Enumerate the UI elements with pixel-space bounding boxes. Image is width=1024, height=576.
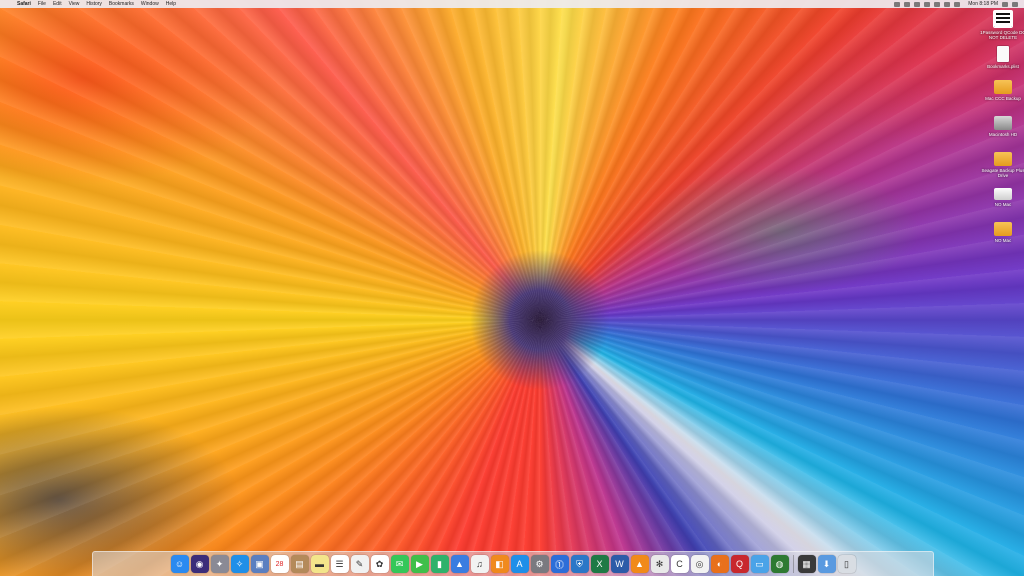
vlc-icon[interactable]: ▲ [630,555,649,573]
keynote-icon[interactable]: ▲ [450,555,469,573]
desktop-item-label: Seagate Backup Plus Drive [981,168,1024,178]
launchpad-icon[interactable]: ✦ [210,555,229,573]
system-preferences-icon[interactable]: ⚙ [530,555,549,573]
external-drive-icon [994,222,1012,236]
external-drive-icon [994,152,1012,166]
ccleaner-icon[interactable]: C [670,555,689,573]
menu-history[interactable]: History [86,1,102,7]
calendar-icon[interactable]: 28 [270,555,289,573]
preview-icon[interactable]: ▣ [250,555,269,573]
desktop-item-label: NO Mac [994,202,1012,207]
wallpaper-swirl [0,0,1024,576]
calculator-icon[interactable]: ▦ [797,555,816,573]
menu-window[interactable]: Window [141,1,159,7]
document-icon [997,46,1009,62]
menu-app-name[interactable]: Safari [17,1,31,7]
external-drive-icon [994,188,1012,200]
desktop-item[interactable]: NO Mac [980,222,1024,243]
qr-code-icon [993,10,1013,28]
ibooks-icon[interactable]: ◧ [490,555,509,573]
desktop-item-label: NO Mac [994,238,1012,243]
contacts-icon[interactable]: ▤ [290,555,309,573]
firefox-icon[interactable]: ◐ [710,555,729,573]
bluetooth-icon[interactable] [924,1,931,7]
external-drive-icon [994,80,1012,94]
trash-icon[interactable]: ▯ [837,555,856,573]
desktop: Safari File Edit View History Bookmarks … [0,0,1024,576]
1password-icon[interactable]: ⓵ [550,555,569,573]
pinwheel-icon[interactable]: ✻ [650,555,669,573]
spotlight-search-icon[interactable] [1002,1,1008,7]
messages-icon[interactable]: ✉ [390,555,409,573]
battery-icon[interactable] [954,1,961,7]
globe-icon[interactable]: ◍ [770,555,789,573]
notification-center-icon[interactable] [1012,1,1018,7]
textedit-icon[interactable]: ✎ [350,555,369,573]
menu-help[interactable]: Help [166,1,176,7]
app-store-icon[interactable]: A [510,555,529,573]
wifi-icon[interactable] [934,1,941,7]
status-area: Mon 8:18 PM [894,1,1018,7]
status-icon[interactable] [914,1,921,7]
photos-icon[interactable]: ✿ [370,555,389,573]
itunes-icon[interactable]: ♫ [470,555,489,573]
facetime-icon[interactable]: ▶ [410,555,429,573]
dock-separator [792,555,794,573]
menu-file[interactable]: File [38,1,46,7]
disk-utility-icon[interactable]: ◎ [690,555,709,573]
downloads-icon[interactable]: ⬇ [817,555,836,573]
status-icon[interactable] [894,1,901,7]
menu-edit[interactable]: Edit [53,1,62,7]
desktop-item-label: Bookmarks.plist [987,64,1019,69]
desktop-item-label: 1Password QCode DO NOT DELETE [980,30,1024,40]
quicken-icon[interactable]: Q [730,555,749,573]
menu-bar: Safari File Edit View History Bookmarks … [0,0,1024,8]
numbers-icon[interactable]: ▮ [430,555,449,573]
siri-icon[interactable]: ◉ [190,555,209,573]
desktop-item[interactable]: Mac CCC Backup [980,80,1024,101]
desktop-item-label: Mac CCC Backup [985,96,1021,101]
status-icon[interactable] [904,1,911,7]
desktop-item[interactable]: NO Mac [980,188,1024,207]
reminders-icon[interactable]: ☰ [330,555,349,573]
menu-view[interactable]: View [69,1,80,7]
folder-icon[interactable]: ▭ [750,555,769,573]
shield-icon[interactable]: ⛨ [570,555,589,573]
menu-clock[interactable]: Mon 8:18 PM [968,1,998,7]
dock: ☺ ◉ ✦ ✧ ▣ 28 ▤ ▬ ☰ ✎ ✿ ✉ ▶ ▮ ▲ ♫ ◧ A ⚙ ⓵ ⛨ X W ▲ ✻ C ◎ ◐ Q ▭ ◍ ▦ ⬇ ▯ [92,551,934,576]
desktop-item[interactable]: Macintosh HD [980,116,1024,137]
finder-icon[interactable]: ☺ [170,555,189,573]
word-icon[interactable]: W [610,555,629,573]
desktop-item[interactable]: Bookmarks.plist [980,46,1024,69]
desktop-item[interactable]: Seagate Backup Plus Drive [980,152,1024,178]
volume-icon[interactable] [944,1,951,7]
excel-icon[interactable]: X [590,555,609,573]
desktop-item[interactable]: 1Password QCode DO NOT DELETE [980,10,1024,40]
menu-bookmarks[interactable]: Bookmarks [109,1,134,7]
notes-icon[interactable]: ▬ [310,555,329,573]
desktop-item-label: Macintosh HD [988,132,1018,137]
safari-icon[interactable]: ✧ [230,555,249,573]
hard-drive-icon [994,116,1012,130]
